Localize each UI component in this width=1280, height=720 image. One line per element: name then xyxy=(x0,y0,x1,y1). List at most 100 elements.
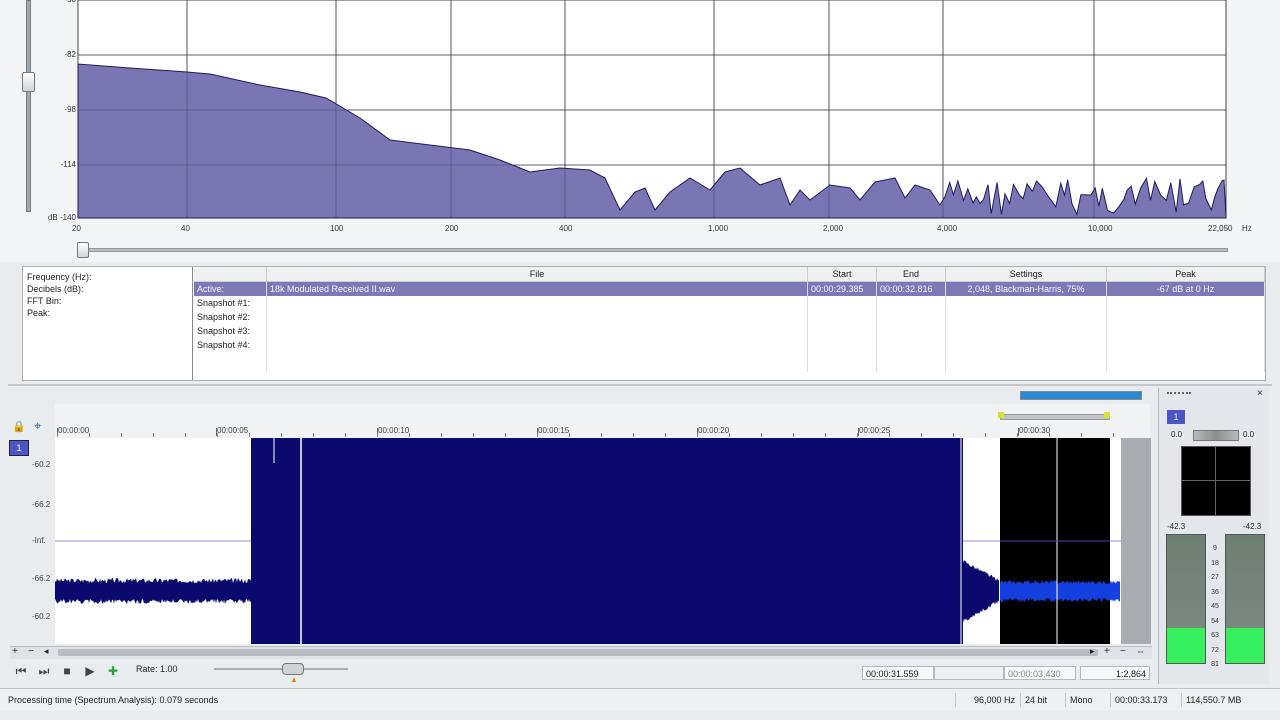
rate-slider-thumb[interactable] xyxy=(282,663,304,675)
left-peak-value: 0.0 xyxy=(1171,430,1183,439)
horizontal-scrollbar[interactable]: + − ◂ ▸ + − ⇔ xyxy=(10,646,1152,659)
y-tick-label: dB -140 xyxy=(47,213,76,222)
meter-track-badge[interactable]: 1 xyxy=(1167,410,1185,424)
stop-icon[interactable]: ■ xyxy=(60,664,74,678)
cursor-position-field[interactable]: 00:00:31.559 xyxy=(862,666,934,680)
go-to-start-icon[interactable]: ⏮ xyxy=(14,664,28,678)
cell-peak xyxy=(1106,296,1265,310)
zoom-in-time-icon[interactable]: + xyxy=(1104,646,1110,657)
zoom-in-icon[interactable]: + xyxy=(12,646,18,657)
cell-end xyxy=(876,324,946,338)
waveform-display[interactable] xyxy=(55,438,1151,644)
scroll-left-icon[interactable]: ◂ xyxy=(44,646,49,657)
timeline-minor-tick xyxy=(921,433,922,437)
snapshot-table: File Start End Settings Peak Active: 18k … xyxy=(194,267,1265,372)
cell-start xyxy=(807,324,877,338)
zoom-ratio-field[interactable]: 1:2,864 xyxy=(1080,666,1150,680)
snapshot-row[interactable]: Snapshot #1: xyxy=(194,296,1265,310)
x-tick-label: 22,050 xyxy=(1208,224,1233,233)
x-tick-label: 400 xyxy=(559,224,573,233)
active-row[interactable]: Active: 18k Modulated Received II.wav 00:0… xyxy=(194,281,1265,296)
timeline-minor-tick xyxy=(825,433,826,437)
cell-settings xyxy=(945,310,1107,324)
db-scale-label: -60.2 xyxy=(32,612,51,621)
loud-signal-block xyxy=(251,438,963,644)
col-header-end[interactable]: End xyxy=(876,267,946,282)
col-header-start[interactable]: Start xyxy=(807,267,877,282)
db-scale-label: -66.2 xyxy=(32,574,51,583)
phase-scope xyxy=(1181,446,1251,516)
bit-depth[interactable]: 24 bit xyxy=(1020,693,1064,707)
selection-bar[interactable] xyxy=(1000,414,1110,420)
cell-file: 18k Modulated Received II.wav xyxy=(266,281,808,296)
left-level-meter xyxy=(1166,534,1206,664)
peak-label: Peak: xyxy=(27,308,51,318)
zoom-fit-icon[interactable]: ⇔ xyxy=(1136,646,1145,656)
timeline-ruler[interactable]: 00:00:00 00:00:05 00:00:10 00:00:15 00:00:20… xyxy=(55,404,1150,439)
lock-icon[interactable]: 🔒 xyxy=(12,420,26,433)
x-tick-label: 100 xyxy=(330,224,344,233)
timeline-minor-tick xyxy=(953,433,954,437)
timeline-minor-tick xyxy=(153,433,154,437)
x-tick-label: 200 xyxy=(445,224,459,233)
empty-row xyxy=(194,352,1265,372)
status-bar: Processing time (Spectrum Analysis): 0.0… xyxy=(0,688,1280,711)
cell-settings xyxy=(945,324,1107,338)
y-tick-label: -114 xyxy=(60,160,76,169)
selection-end-marker[interactable] xyxy=(1104,412,1110,418)
selection-length-field[interactable]: 00:00:03.430 xyxy=(1004,666,1076,680)
cell-name: Snapshot #3: xyxy=(194,324,267,338)
timeline-minor-tick xyxy=(217,433,218,437)
horizontal-zoom-slider[interactable] xyxy=(78,248,1228,252)
selection-start-field[interactable] xyxy=(934,666,1004,680)
snap-icon[interactable]: ⌖ xyxy=(34,418,41,434)
right-level-meter xyxy=(1225,534,1265,664)
vertical-zoom-thumb[interactable] xyxy=(22,72,35,92)
channels[interactable]: Mono xyxy=(1065,693,1109,707)
y-tick-label: -82 xyxy=(64,50,76,59)
play-all-icon[interactable]: ✚ xyxy=(106,664,120,678)
cell-end xyxy=(876,296,946,310)
zoom-out-time-icon[interactable]: − xyxy=(1120,646,1126,657)
sample-rate[interactable]: 96,000 Hz xyxy=(955,693,1019,707)
balance-bar[interactable] xyxy=(1193,430,1239,441)
x-tick-label: 4,000 xyxy=(937,224,958,233)
panel-close-icon[interactable]: × xyxy=(1257,388,1263,399)
end-of-file-region xyxy=(1121,438,1151,644)
spectrum-graph[interactable] xyxy=(0,0,1280,262)
scroll-right-icon[interactable]: ▸ xyxy=(1090,646,1095,657)
rate-slider[interactable] xyxy=(214,668,348,670)
panel-grip[interactable] xyxy=(1167,392,1191,397)
track-number-badge[interactable]: 1 xyxy=(9,440,29,456)
snapshot-row[interactable]: Snapshot #3: xyxy=(194,324,1265,338)
snapshot-row[interactable]: Snapshot #4: xyxy=(194,338,1265,352)
zoom-out-icon[interactable]: − xyxy=(28,646,34,657)
selection-start-marker[interactable] xyxy=(998,412,1004,418)
cell-file xyxy=(266,296,808,310)
timeline-minor-tick xyxy=(633,433,634,437)
col-header-peak[interactable]: Peak xyxy=(1106,267,1265,282)
snapshot-row[interactable]: Snapshot #2: xyxy=(194,310,1265,324)
col-header-file[interactable]: File xyxy=(266,267,808,282)
cell-settings xyxy=(945,338,1107,352)
db-scale-label: -60.2 xyxy=(32,460,51,469)
y-tick-label: -58 xyxy=(64,0,76,4)
overview-scrollbar[interactable] xyxy=(1020,391,1142,400)
db-scale-label: -66.2 xyxy=(32,500,51,509)
cell-file xyxy=(266,338,808,352)
timeline-label: 00:00:30 xyxy=(1019,426,1051,435)
left-level-value: -42.3 xyxy=(1167,522,1186,531)
scrollbar-thumb[interactable] xyxy=(58,649,1098,656)
cell-name: Snapshot #1: xyxy=(194,296,267,310)
timeline-minor-tick xyxy=(185,433,186,437)
splitter[interactable] xyxy=(8,384,1272,386)
play-icon[interactable]: ▶ xyxy=(83,664,97,678)
col-header-settings[interactable]: Settings xyxy=(945,267,1107,282)
right-level-value: -42.3 xyxy=(1243,522,1262,531)
cell-end: 00:00:32.816 xyxy=(876,281,946,296)
processing-time: Processing time (Spectrum Analysis): 0.0… xyxy=(8,695,219,705)
spectrum-info-panel: Frequency (Hz): Decibels (dB): FFT Bin: … xyxy=(22,266,1266,381)
vertical-zoom-slider[interactable] xyxy=(26,0,31,212)
go-to-end-icon[interactable]: ⏭ xyxy=(37,664,51,678)
horizontal-zoom-thumb[interactable] xyxy=(77,242,89,258)
